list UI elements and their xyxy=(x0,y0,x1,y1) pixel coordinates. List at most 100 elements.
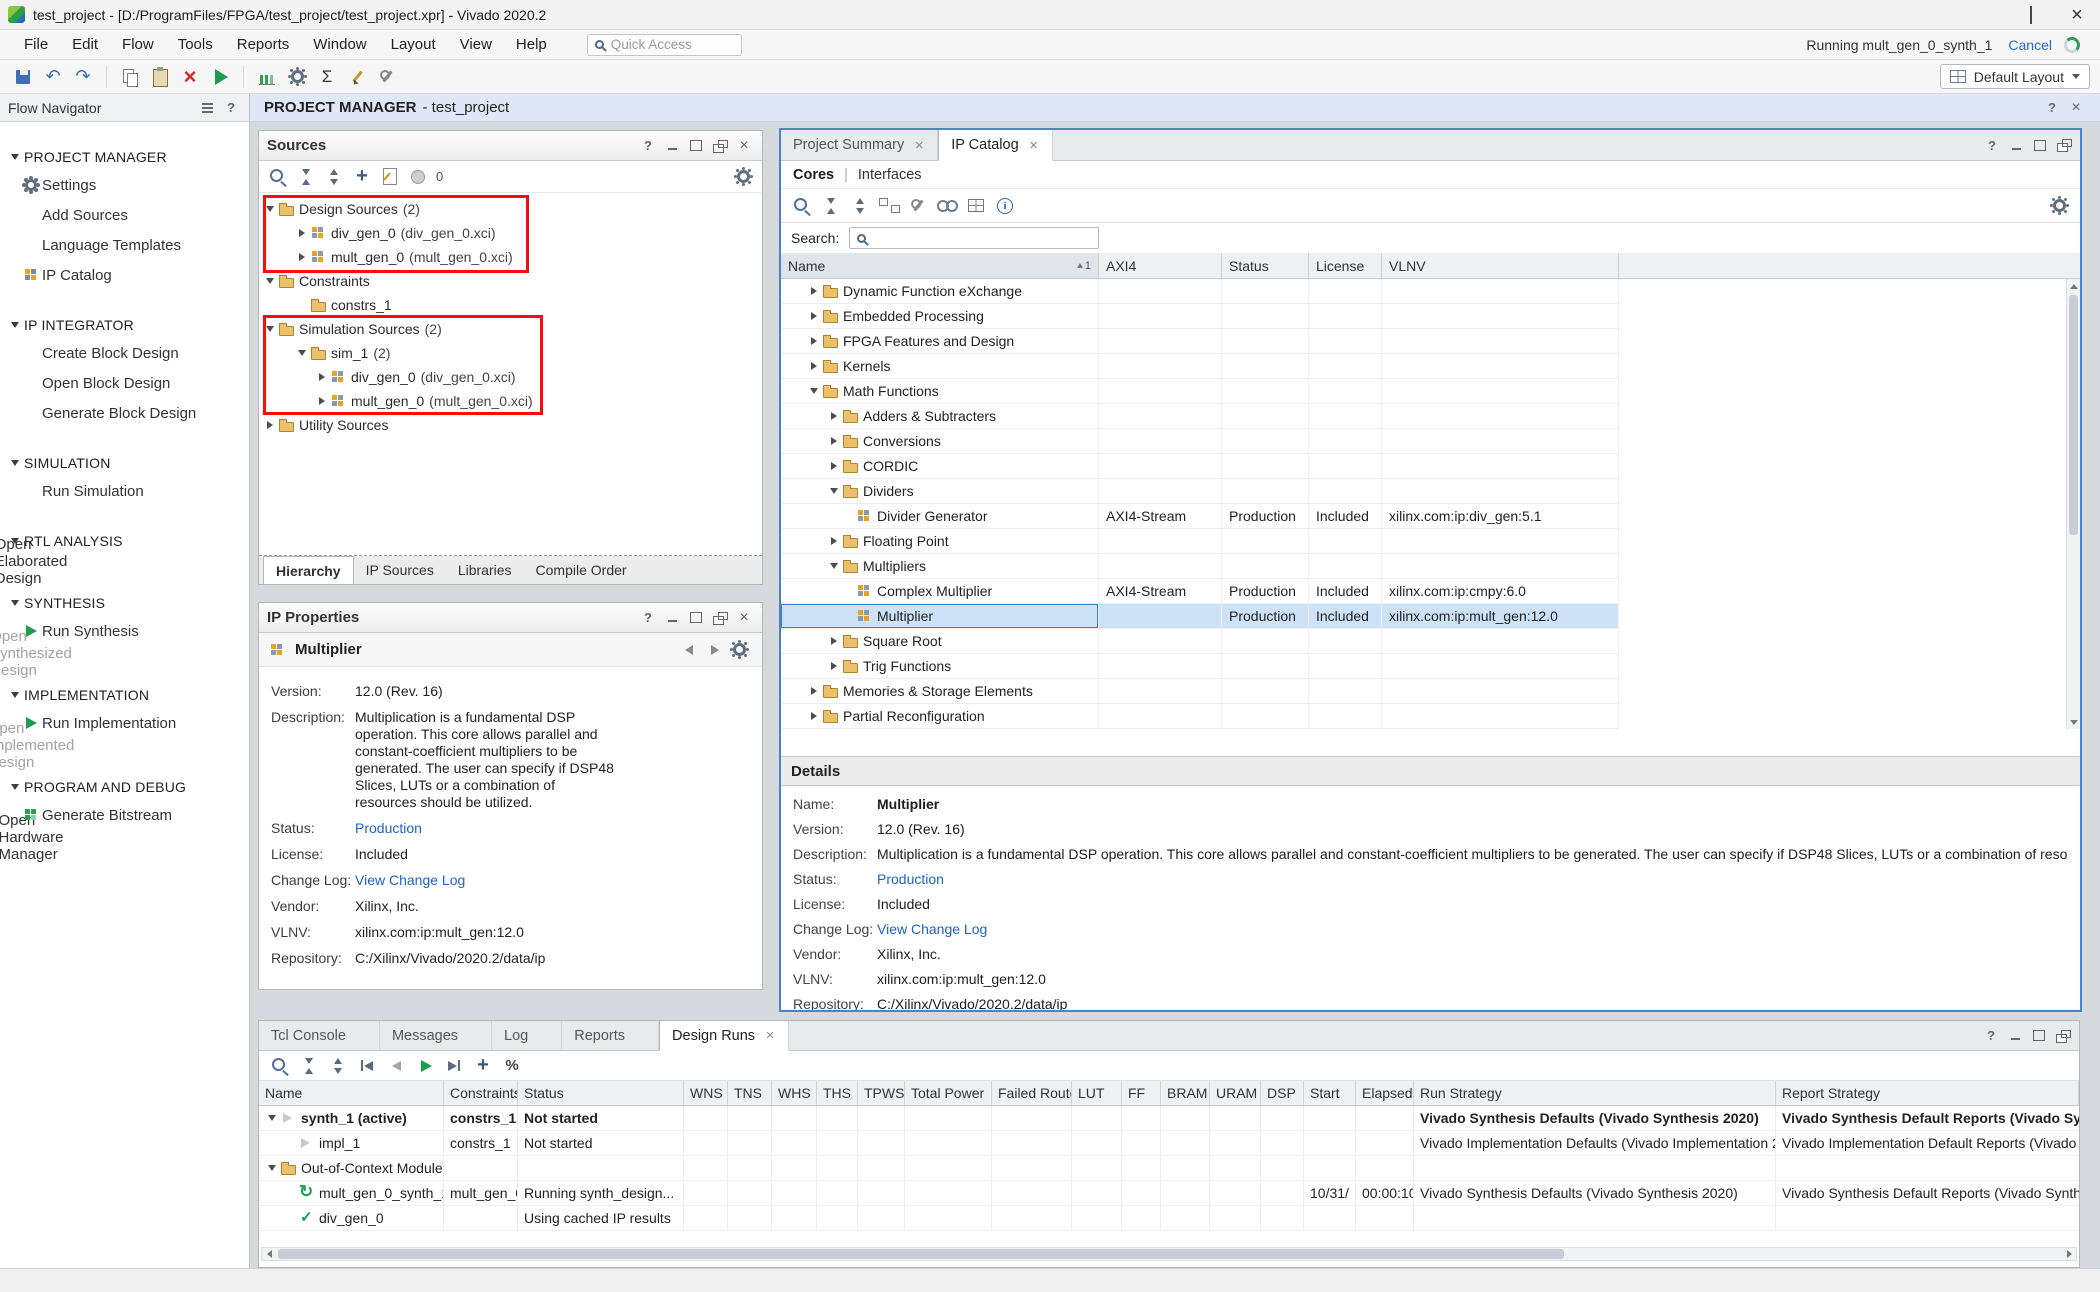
runs-column-header[interactable]: WNS xyxy=(684,1081,728,1105)
subtab-interfaces[interactable]: Interfaces xyxy=(858,167,922,183)
flow-nav-item[interactable]: Add Sources xyxy=(0,200,249,230)
expand-all-icon[interactable] xyxy=(847,193,873,219)
close-icon[interactable] xyxy=(2066,98,2086,118)
catalog-row[interactable]: Multiplier Production Included xilinx.co… xyxy=(781,604,1619,629)
tree-chevron-icon[interactable] xyxy=(807,384,821,398)
help-icon[interactable] xyxy=(638,608,658,628)
collapse-all-icon[interactable] xyxy=(818,193,844,219)
runs-row[interactable]: mult_gen_0_synth_1 mult_gen_0 Running sy… xyxy=(259,1181,2079,1206)
flow-nav-item[interactable]: Language Templates xyxy=(0,230,249,260)
tree-chevron-icon[interactable] xyxy=(263,418,277,432)
hierarchy-icon[interactable] xyxy=(876,193,902,219)
runs-column-header[interactable]: TPWS xyxy=(858,1081,905,1105)
tree-chevron-icon[interactable] xyxy=(827,659,841,673)
tree-chevron-icon[interactable] xyxy=(827,409,841,423)
source-tree-item[interactable]: constrs_1 xyxy=(259,293,762,317)
help-icon[interactable] xyxy=(2042,98,2062,118)
source-tree-item[interactable]: Simulation Sources (2) xyxy=(259,317,762,341)
tree-chevron-icon[interactable] xyxy=(283,1136,297,1150)
column-header-status[interactable]: Status xyxy=(1222,253,1309,278)
menu-item[interactable]: Reports xyxy=(227,32,300,57)
flow-nav-item[interactable]: Generate Block Design xyxy=(0,398,249,428)
customize-wrench-icon[interactable] xyxy=(905,193,931,219)
forward-icon[interactable] xyxy=(704,639,726,661)
source-tree-item[interactable]: div_gen_0 (div_gen_0.xci) xyxy=(259,221,762,245)
window-maximize-button[interactable] xyxy=(2008,0,2054,30)
menu-item[interactable]: Layout xyxy=(381,32,446,57)
help-icon[interactable] xyxy=(1982,135,2002,155)
sources-tab[interactable]: Compile Order xyxy=(524,556,639,584)
catalog-row[interactable]: Kernels xyxy=(781,354,1619,379)
minimize-icon[interactable] xyxy=(662,136,682,156)
source-tree-item[interactable]: Utility Sources xyxy=(259,413,762,437)
menu-item[interactable]: Help xyxy=(506,32,557,57)
runs-column-header[interactable]: THS xyxy=(817,1081,858,1105)
minimize-icon[interactable] xyxy=(662,608,682,628)
catalog-row[interactable]: Embedded Processing xyxy=(781,304,1619,329)
step-back-icon[interactable] xyxy=(383,1053,409,1079)
tree-chevron-icon[interactable] xyxy=(295,250,309,264)
redo-button[interactable] xyxy=(70,64,96,90)
maximize-icon[interactable] xyxy=(2030,135,2050,155)
source-tree-item[interactable]: Constraints xyxy=(259,269,762,293)
add-sources-icon[interactable] xyxy=(349,164,375,190)
tree-chevron-icon[interactable] xyxy=(263,322,277,336)
runs-tab[interactable]: Design Runs xyxy=(659,1021,789,1051)
runs-column-header[interactable]: Name xyxy=(259,1081,444,1105)
runs-column-header[interactable]: URAM xyxy=(1210,1081,1261,1105)
tree-chevron-icon[interactable] xyxy=(827,484,841,498)
catalog-row[interactable]: CORDIC xyxy=(781,454,1619,479)
save-button[interactable] xyxy=(10,64,36,90)
menu-item[interactable]: File xyxy=(14,32,58,57)
catalog-row[interactable]: FPGA Features and Design xyxy=(781,329,1619,354)
catalog-row[interactable]: Divider Generator AXI4-Stream Production… xyxy=(781,504,1619,529)
float-icon[interactable] xyxy=(710,136,730,156)
search-icon[interactable] xyxy=(265,164,291,190)
runs-column-header[interactable]: Run Strategy xyxy=(1414,1081,1776,1105)
runs-row[interactable]: impl_1 constrs_1 Not started Vivado Impl… xyxy=(259,1131,2079,1156)
delete-button[interactable] xyxy=(177,64,203,90)
tree-chevron-icon[interactable] xyxy=(283,1186,297,1200)
tree-chevron-icon[interactable] xyxy=(807,709,821,723)
maximize-icon[interactable] xyxy=(686,136,706,156)
runs-column-header[interactable]: Failed Routes xyxy=(992,1081,1072,1105)
layout-selector[interactable]: Default Layout xyxy=(1940,64,2090,89)
runs-column-header[interactable]: LUT xyxy=(1072,1081,1122,1105)
cancel-link[interactable]: Cancel xyxy=(2008,37,2052,53)
catalog-row[interactable]: Memories & Storage Elements xyxy=(781,679,1619,704)
flow-nav-item[interactable]: Create Block Design xyxy=(0,338,249,368)
scrollbar-track[interactable] xyxy=(276,1248,2062,1260)
tree-chevron-icon[interactable] xyxy=(807,309,821,323)
maximize-icon[interactable] xyxy=(686,608,706,628)
search-icon[interactable] xyxy=(789,193,815,219)
paste-button[interactable] xyxy=(147,64,173,90)
menu-item[interactable]: Flow xyxy=(112,32,164,57)
layout-grid-icon[interactable] xyxy=(963,193,989,219)
percent-icon[interactable] xyxy=(499,1053,525,1079)
source-tree-item[interactable]: sim_1 (2) xyxy=(259,341,762,365)
runs-column-header[interactable]: Elapsed xyxy=(1356,1081,1414,1105)
catalog-row[interactable]: Adders & Subtracters xyxy=(781,404,1619,429)
runs-horizontal-scrollbar[interactable] xyxy=(261,1247,2077,1261)
tab-close-icon[interactable] xyxy=(913,139,925,151)
runs-row[interactable]: synth_1 (active) constrs_1 Not started V… xyxy=(259,1106,2079,1131)
runs-row[interactable]: div_gen_0 Using cached IP results xyxy=(259,1206,2079,1231)
tree-chevron-icon[interactable] xyxy=(827,459,841,473)
search-icon[interactable] xyxy=(267,1053,293,1079)
settings-gear-icon[interactable] xyxy=(726,637,752,663)
column-header-axi4[interactable]: AXI4 xyxy=(1099,253,1222,278)
tree-chevron-icon[interactable] xyxy=(315,370,329,384)
tree-chevron-icon[interactable] xyxy=(841,609,855,623)
tree-chevron-icon[interactable] xyxy=(295,346,309,360)
window-minimize-button[interactable] xyxy=(1962,0,2008,30)
catalog-row[interactable]: Partial Reconfiguration xyxy=(781,704,1619,729)
catalog-row[interactable]: Square Root xyxy=(781,629,1619,654)
runs-column-header[interactable]: BRAM xyxy=(1161,1081,1210,1105)
tree-chevron-icon[interactable] xyxy=(283,1211,297,1225)
window-close-button[interactable] xyxy=(2054,0,2100,30)
sum-button[interactable] xyxy=(314,64,340,90)
catalog-row[interactable]: Dynamic Function eXchange xyxy=(781,279,1619,304)
tree-chevron-icon[interactable] xyxy=(841,509,855,523)
flow-nav-item[interactable]: Open Synthesized Design xyxy=(0,646,20,660)
tab-close-icon[interactable] xyxy=(764,1030,776,1042)
